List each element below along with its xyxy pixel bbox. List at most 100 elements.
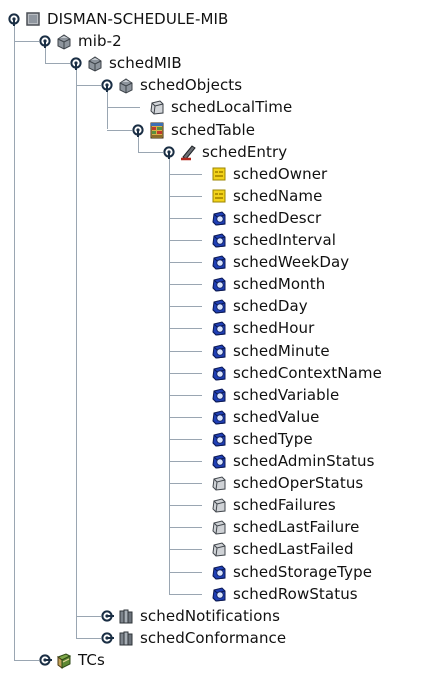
index-icon xyxy=(210,165,228,183)
tree-node-label: schedLastFailed xyxy=(233,540,354,559)
folder-group-icon xyxy=(117,607,135,625)
scalar-icon xyxy=(148,98,166,116)
folder-group-icon xyxy=(117,629,135,647)
tree-connector-horizontal xyxy=(169,328,202,330)
tree-node-label: schedObjects xyxy=(140,76,243,95)
tree-node-label: schedHour xyxy=(233,319,315,338)
tree-node-label: schedStorageType xyxy=(233,562,373,581)
expand-handle-icon[interactable] xyxy=(100,631,114,645)
tree-node[interactable]: schedOwner xyxy=(210,163,327,185)
tree-connector-horizontal xyxy=(169,527,202,529)
tree-node[interactable]: TCs xyxy=(55,649,105,671)
tree-connector-vertical xyxy=(137,135,139,152)
tree-connector-horizontal xyxy=(76,85,101,87)
writable-column-icon xyxy=(210,231,228,249)
tree-connector-horizontal xyxy=(169,461,202,462)
tree-node[interactable]: schedLastFailed xyxy=(210,538,354,560)
tree-node[interactable]: DISMAN-SCHEDULE-MIB xyxy=(24,8,228,30)
tree-node-label: schedType xyxy=(233,429,313,448)
tree-connector-horizontal xyxy=(169,306,202,308)
tree-node-label: schedMIB xyxy=(109,54,182,73)
tree-connector-horizontal xyxy=(76,615,101,617)
tree-node[interactable]: schedMinute xyxy=(210,340,330,362)
tree-connector-horizontal xyxy=(138,151,163,153)
tree-node[interactable]: schedTable xyxy=(148,119,255,141)
tree-node[interactable]: schedLastFailure xyxy=(210,516,360,538)
collapse-handle-icon[interactable] xyxy=(162,145,176,159)
collapse-handle-icon[interactable] xyxy=(69,56,83,71)
writable-column-icon xyxy=(210,253,228,271)
tree-node[interactable]: schedWeekDay xyxy=(210,251,349,273)
tree-node-label: schedFailures xyxy=(233,496,336,515)
tree-connector-vertical xyxy=(106,91,108,130)
writable-column-icon xyxy=(210,319,228,337)
table-icon xyxy=(148,121,166,139)
tree-connector-horizontal xyxy=(169,438,202,440)
tree-connector-horizontal xyxy=(169,571,202,573)
tree-connector-horizontal xyxy=(107,107,140,109)
tree-node-label: mib-2 xyxy=(78,32,122,51)
tree-node-label: schedOwner xyxy=(233,164,328,183)
index-icon xyxy=(210,187,228,205)
tree-node[interactable]: schedMIB xyxy=(86,52,182,74)
tree-connector-horizontal xyxy=(14,41,39,43)
tree-node[interactable]: schedNotifications xyxy=(117,605,280,627)
tree-node[interactable]: schedStorageType xyxy=(210,561,372,583)
writable-column-icon xyxy=(210,408,228,426)
writable-column-icon xyxy=(210,563,228,581)
collapse-handle-icon[interactable] xyxy=(131,123,145,137)
collapse-handle-icon[interactable] xyxy=(38,34,52,49)
readonly-column-icon xyxy=(210,496,228,514)
tree-node[interactable]: schedEntry xyxy=(179,141,287,163)
tree-connector-horizontal xyxy=(45,63,70,65)
tree-node[interactable]: schedFailures xyxy=(210,494,336,516)
tree-node[interactable]: schedVariable xyxy=(210,384,339,406)
tree-node[interactable]: schedOperStatus xyxy=(210,472,363,494)
tree-connector-horizontal xyxy=(169,416,202,418)
tree-node-label: schedWeekDay xyxy=(233,253,350,272)
readonly-column-icon xyxy=(210,540,228,558)
expand-handle-icon[interactable] xyxy=(100,609,114,623)
tree-node[interactable]: schedInterval xyxy=(210,229,336,251)
tree-node-label: schedInterval xyxy=(233,231,337,249)
tree-node[interactable]: mib-2 xyxy=(55,30,122,52)
tree-connector-horizontal xyxy=(107,129,132,131)
tree-connector-horizontal xyxy=(169,372,202,374)
tree-node[interactable]: schedContextName xyxy=(210,362,382,384)
tree-connector-horizontal xyxy=(169,350,202,352)
tree-connector-horizontal xyxy=(169,262,202,264)
tree-connector-vertical xyxy=(13,25,15,660)
tree-node[interactable]: schedObjects xyxy=(117,74,242,96)
tree-node[interactable]: schedConformance xyxy=(117,627,286,649)
tree-node[interactable]: schedLocalTime xyxy=(148,96,292,118)
tree-connector-horizontal xyxy=(169,549,202,551)
tree-node-label: schedMinute xyxy=(233,341,330,360)
writable-column-icon xyxy=(210,364,228,382)
writable-column-icon xyxy=(210,452,228,470)
writable-column-icon xyxy=(210,275,228,293)
tree-connector-horizontal xyxy=(169,284,202,286)
readonly-column-icon xyxy=(210,518,228,536)
collapse-handle-icon[interactable] xyxy=(100,78,114,93)
tree-node[interactable]: schedHour xyxy=(210,317,314,339)
tree-connector-horizontal xyxy=(76,637,101,639)
tree-node[interactable]: schedDescr xyxy=(210,207,321,229)
tree-node[interactable]: schedAdminStatus xyxy=(210,450,375,472)
tree-connector-horizontal xyxy=(169,195,202,197)
tree-node[interactable]: schedType xyxy=(210,428,313,450)
tree-node[interactable]: schedValue xyxy=(210,406,320,428)
tree-node[interactable]: schedDay xyxy=(210,295,308,317)
writable-column-icon xyxy=(210,386,228,404)
tree-node-label: schedNotifications xyxy=(140,606,281,625)
tree-node[interactable]: schedName xyxy=(210,185,322,207)
module-icon xyxy=(24,10,42,28)
expand-handle-icon[interactable] xyxy=(38,653,52,667)
tree-node-label: schedLocalTime xyxy=(171,98,293,117)
collapse-handle-icon[interactable] xyxy=(7,12,21,26)
group-icon xyxy=(86,54,104,72)
tree-connector-vertical xyxy=(75,69,77,638)
readonly-column-icon xyxy=(210,474,228,492)
tree-connector-horizontal xyxy=(169,593,202,595)
tree-node[interactable]: schedRowStatus xyxy=(210,583,358,605)
tree-node[interactable]: schedMonth xyxy=(210,273,325,295)
